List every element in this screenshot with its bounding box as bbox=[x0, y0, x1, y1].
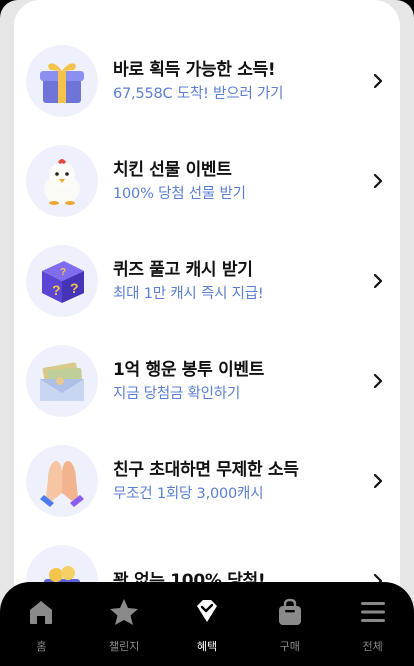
chevron-right-icon bbox=[370, 173, 386, 189]
nav-item-challenge[interactable]: 챌린지 bbox=[83, 582, 166, 666]
item-title: 치킨 선물 이벤트 bbox=[113, 159, 232, 180]
item-subtitle: 최대 1만 캐시 즉시 지급! bbox=[113, 285, 264, 302]
chevron-right-icon bbox=[370, 273, 386, 289]
clapping-hands-icon bbox=[26, 445, 98, 517]
list-item-instant-income[interactable]: 바로 획득 가능한 소득! 67,558C 도착! 받으러 가기 bbox=[14, 31, 400, 131]
gift-box-icon bbox=[26, 45, 98, 117]
svg-text:?: ? bbox=[52, 282, 61, 298]
list-item-invite-friends[interactable]: 친구 초대하면 무제한 소득 무조건 1회당 3,000캐시 bbox=[14, 431, 400, 531]
list-item-chicken-event[interactable]: 치킨 선물 이벤트 100% 당첨 선물 받기 bbox=[14, 131, 400, 231]
chevron-right-icon bbox=[370, 473, 386, 489]
money-envelope-icon bbox=[26, 345, 98, 417]
item-subtitle: 67,558C 도착! 받으러 가기 bbox=[113, 85, 284, 102]
item-title: 친구 초대하면 무제한 소득 bbox=[113, 459, 299, 480]
item-title: 바로 획득 가능한 소득! bbox=[113, 59, 276, 80]
home-icon bbox=[25, 596, 57, 628]
chevron-right-icon bbox=[370, 73, 386, 89]
nav-item-purchase[interactable]: 구매 bbox=[248, 582, 331, 666]
nav-label: 혜택 bbox=[196, 640, 218, 653]
nav-item-benefits[interactable]: 혜택 bbox=[166, 582, 249, 666]
app-frame: 바로 획득 가능한 소득! 67,558C 도착! 받으러 가기 치킨 선물 이… bbox=[0, 0, 414, 666]
svg-text:?: ? bbox=[70, 280, 79, 296]
shopping-bag-icon bbox=[274, 596, 306, 628]
list-item-quiz[interactable]: ? ? ? 퀴즈 풀고 캐시 받기 최대 1만 캐시 즉시 지급! bbox=[14, 231, 400, 331]
nav-label: 구매 bbox=[279, 640, 300, 653]
nav-item-home[interactable]: 홈 bbox=[0, 582, 83, 666]
item-subtitle: 지금 당첨금 확인하기 bbox=[113, 385, 241, 402]
list-item-lucky-envelope[interactable]: 1억 행운 봉투 이벤트 지금 당첨금 확인하기 bbox=[14, 331, 400, 431]
nav-label: 홈 bbox=[36, 640, 47, 653]
nav-label: 챌린지 bbox=[109, 640, 140, 653]
chevron-right-icon bbox=[370, 373, 386, 389]
item-subtitle: 무조건 1회당 3,000캐시 bbox=[113, 485, 264, 502]
benefit-tag-icon bbox=[191, 596, 223, 628]
item-title: 퀴즈 풀고 캐시 받기 bbox=[113, 259, 253, 280]
nav-item-all[interactable]: 전체 bbox=[331, 582, 414, 666]
nav-label: 전체 bbox=[362, 640, 383, 653]
question-cube-icon: ? ? ? bbox=[26, 245, 98, 317]
chick-icon bbox=[26, 145, 98, 217]
benefits-list: 바로 획득 가능한 소득! 67,558C 도착! 받으러 가기 치킨 선물 이… bbox=[14, 0, 400, 600]
star-icon bbox=[108, 596, 140, 628]
item-title: 1억 행운 봉투 이벤트 bbox=[113, 359, 265, 380]
bottom-nav: 홈 챌린지 혜택 구매 전체 bbox=[0, 582, 414, 666]
menu-icon bbox=[357, 596, 389, 628]
item-subtitle: 100% 당첨 선물 받기 bbox=[113, 185, 246, 202]
svg-text:?: ? bbox=[60, 267, 66, 278]
